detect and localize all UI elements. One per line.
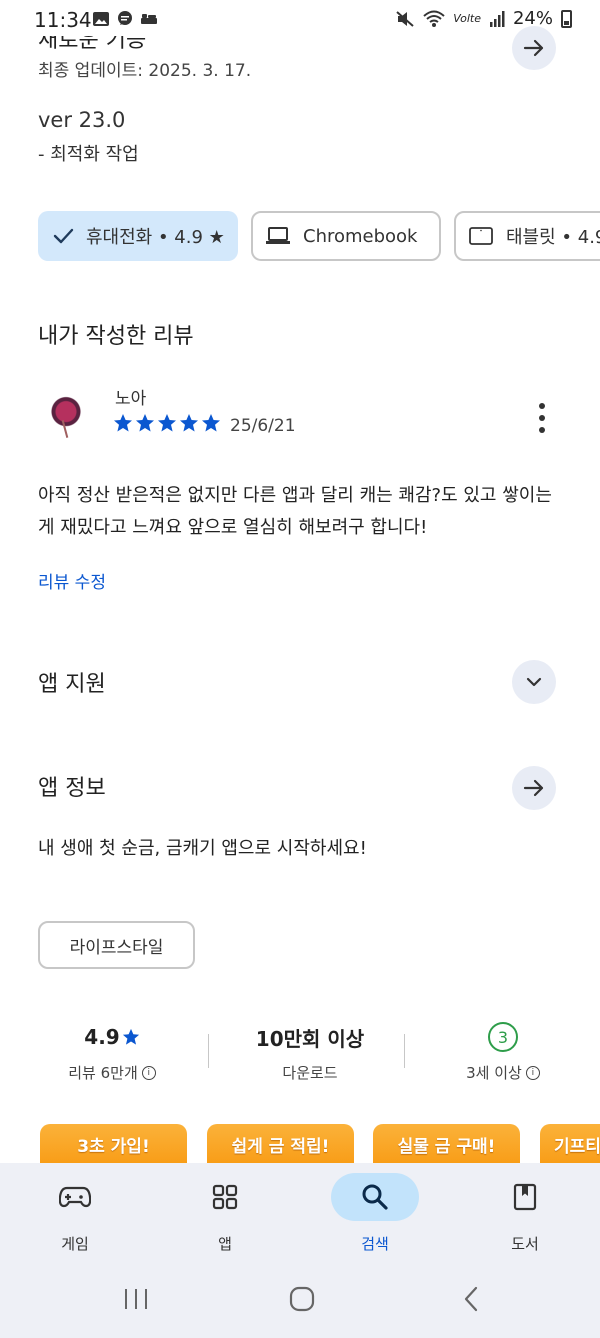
rating-value: 4.9 (84, 1025, 120, 1049)
gallery-icon (93, 12, 109, 26)
age-rating-badge: 3 (488, 1022, 518, 1052)
device-chip-chromebook[interactable]: Chromebook (251, 211, 441, 261)
star-icon (158, 414, 176, 432)
nav-icon-container (481, 1173, 569, 1221)
promo-screenshot[interactable]: 3초 가입! (40, 1124, 187, 1166)
nav-label: 앱 (218, 1235, 232, 1253)
signal-icon (489, 10, 505, 27)
mute-icon (396, 10, 414, 27)
nav-icon-container (331, 1173, 419, 1221)
battery-icon (561, 9, 572, 28)
stat-divider (208, 1034, 209, 1068)
wifi-icon (423, 10, 445, 27)
nav-item-games[interactable]: 게임 (25, 1173, 125, 1254)
device-chip-label: 태블릿 • 4.9 (506, 227, 600, 248)
bottom-navigation: 게임 앱 검색 도서 (0, 1163, 600, 1263)
stat-rating: 4.9 리뷰 6만개 i (50, 1022, 174, 1083)
rating-value-row: 4.9 (84, 1022, 139, 1052)
my-review-section-title: 내가 작성한 리뷰 (38, 324, 194, 349)
stat-divider (404, 1034, 405, 1068)
device-chip-tablet[interactable]: 태블릿 • 4.9 (454, 211, 600, 261)
home-button-icon[interactable] (288, 1285, 316, 1313)
arrow-right-icon (523, 39, 544, 57)
last-updated: 최종 업데이트: 2025. 3. 17. (38, 61, 252, 81)
app-info-arrow-button[interactable] (512, 766, 556, 810)
app-support-expand-button[interactable] (512, 660, 556, 704)
chevron-down-icon (526, 677, 542, 687)
category-chip-lifestyle[interactable]: 라이프스타일 (38, 921, 195, 969)
screenshot-strip[interactable]: 3초 가입! 쉽게 금 적립! 실물 금 구매! 기프티 (0, 1122, 600, 1166)
nav-icon-container (181, 1173, 269, 1221)
search-icon (362, 1184, 388, 1210)
star-icon (180, 414, 198, 432)
nav-icon-container (31, 1173, 119, 1221)
downloads-value: 10만회 이상 (255, 1026, 365, 1051)
rating-label: 리뷰 6만개 (68, 1064, 138, 1082)
status-time: 11:34 (34, 8, 92, 32)
info-icon[interactable]: i (141, 1065, 156, 1080)
star-icon (114, 414, 132, 432)
version-text: ver 23.0 (38, 108, 126, 132)
device-chip-phone[interactable]: 휴대전화 • 4.9 ★ (38, 211, 238, 261)
review-date: 25/6/21 (230, 416, 296, 436)
system-status-icons: Volte 24% (395, 8, 572, 29)
star-icon (202, 414, 220, 432)
stat-downloads: 10만회 이상 다운로드 (240, 1022, 380, 1083)
star-icon (136, 414, 154, 432)
apps-grid-icon (212, 1184, 238, 1210)
age-label: 3세 이상 (466, 1064, 522, 1082)
downloads-label: 다운로드 (282, 1064, 338, 1082)
device-chip-label: 휴대전화 • 4.9 ★ (86, 227, 225, 248)
nav-label: 도서 (511, 1235, 539, 1253)
book-icon (513, 1183, 537, 1211)
age-label-row[interactable]: 3세 이상 i (466, 1062, 540, 1083)
laptop-icon (266, 227, 290, 244)
nav-label: 게임 (61, 1235, 89, 1253)
age-badge-row: 3 (488, 1022, 518, 1052)
edit-review-link[interactable]: 리뷰 수정 (38, 568, 106, 593)
nav-label: 검색 (361, 1235, 389, 1253)
arrow-right-icon (523, 779, 544, 797)
info-icon[interactable]: i (525, 1065, 540, 1080)
nav-item-search[interactable]: 검색 (325, 1173, 425, 1254)
promo-screenshot[interactable]: 실물 금 구매! (373, 1124, 520, 1166)
app-support-title[interactable]: 앱 지원 (38, 666, 106, 698)
app-description: 내 생애 첫 순금, 금캐기 앱으로 시작하세요! (38, 838, 367, 859)
version-note: - 최적화 작업 (38, 144, 139, 165)
promo-screenshot[interactable]: 기프티 (540, 1124, 600, 1166)
status-bar: 11:34 Volte 24% (0, 0, 600, 40)
reviewer-name: 노아 (115, 389, 147, 409)
gamepad-icon (59, 1186, 91, 1208)
app-info-title[interactable]: 앱 정보 (38, 770, 106, 802)
nav-item-books[interactable]: 도서 (475, 1173, 575, 1254)
whats-new-arrow-button[interactable] (512, 26, 556, 70)
star-rating (113, 413, 221, 433)
tablet-icon (469, 227, 493, 245)
review-text: 아직 정산 받은적은 없지만 다른 앱과 달리 캐는 쾌감?도 있고 쌓이는게 … (38, 485, 552, 538)
volte-label: Volte (453, 12, 481, 25)
more-options-icon[interactable] (532, 403, 552, 433)
check-icon (53, 228, 74, 244)
promo-screenshot[interactable]: 쉽게 금 적립! (207, 1124, 354, 1166)
stat-age-rating: 3 3세 이상 i (440, 1022, 566, 1083)
back-icon[interactable] (458, 1285, 486, 1313)
rating-label-row[interactable]: 리뷰 6만개 i (68, 1062, 156, 1083)
notification-icons (92, 10, 158, 28)
nav-item-apps[interactable]: 앱 (175, 1173, 275, 1254)
device-chip-label: Chromebook (303, 225, 418, 247)
bed-icon (141, 14, 157, 24)
chat-icon (118, 11, 132, 25)
system-navigation-bar (0, 1263, 600, 1338)
star-icon (122, 1028, 139, 1045)
recent-apps-icon[interactable] (122, 1285, 150, 1313)
